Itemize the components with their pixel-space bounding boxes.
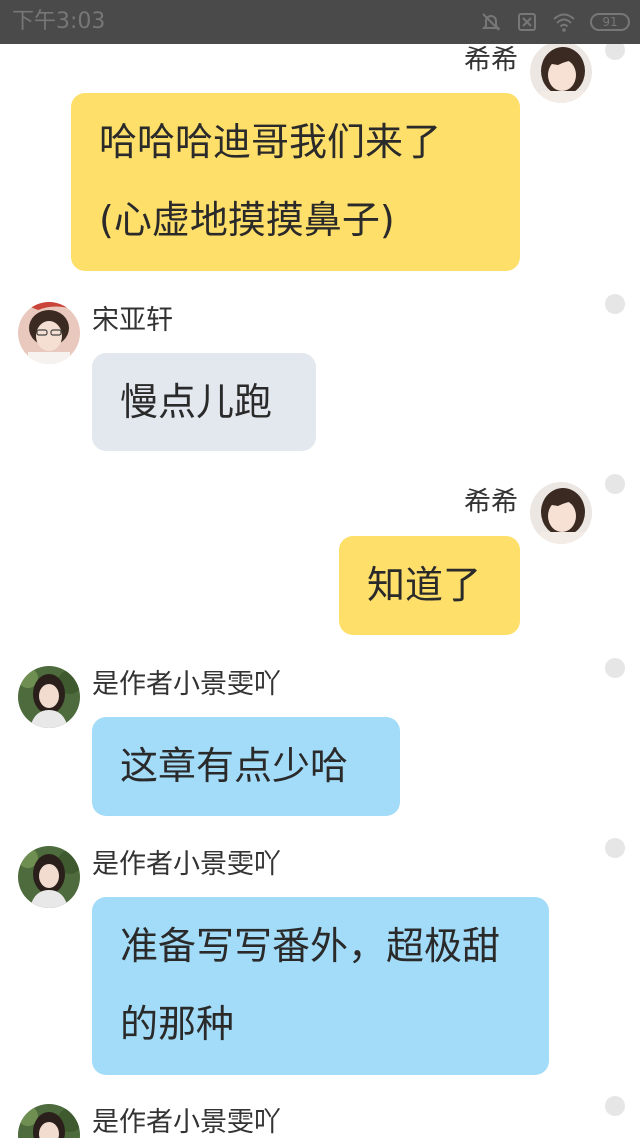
- message-bubble[interactable]: 知道了: [339, 536, 520, 635]
- status-bar: 下午3:03 91: [0, 0, 640, 44]
- message-bubble[interactable]: 慢点儿跑: [92, 353, 316, 451]
- avatar[interactable]: [530, 482, 592, 544]
- message-bubble[interactable]: 准备写写番外，超极甜的那种: [92, 897, 549, 1075]
- sender-name: 是作者小景雯吖: [92, 849, 281, 880]
- sender-name: 希希: [464, 487, 518, 518]
- chat-list[interactable]: 希希 哈哈哈迪哥我们来了(心虚地摸摸鼻子) 宋亚轩 慢点儿跑 希希 知道了 是作…: [0, 44, 640, 1138]
- avatar[interactable]: [18, 1104, 80, 1138]
- silent-bell-icon: [480, 11, 502, 33]
- read-status-dot: [605, 658, 625, 678]
- sender-name: 是作者小景雯吖: [92, 669, 281, 700]
- read-status-dot: [605, 838, 625, 858]
- status-icons: 91: [480, 8, 630, 36]
- message-bubble[interactable]: 这章有点少哈: [92, 717, 400, 816]
- read-status-dot: [605, 294, 625, 314]
- status-time: 下午3:03: [12, 9, 106, 34]
- no-sim-icon: [516, 11, 538, 33]
- avatar[interactable]: [18, 302, 80, 364]
- sender-name: 是作者小景雯吖: [92, 1107, 281, 1138]
- avatar[interactable]: [530, 44, 592, 103]
- sender-name: 宋亚轩: [92, 305, 173, 336]
- wifi-icon: [552, 12, 576, 32]
- message-bubble[interactable]: 哈哈哈迪哥我们来了(心虚地摸摸鼻子): [71, 93, 520, 271]
- read-status-dot: [605, 44, 625, 60]
- battery-icon: 91: [590, 13, 630, 31]
- read-status-dot: [605, 474, 625, 494]
- sender-name: 希希: [464, 45, 518, 76]
- avatar[interactable]: [18, 846, 80, 908]
- avatar[interactable]: [18, 666, 80, 728]
- read-status-dot: [605, 1096, 625, 1116]
